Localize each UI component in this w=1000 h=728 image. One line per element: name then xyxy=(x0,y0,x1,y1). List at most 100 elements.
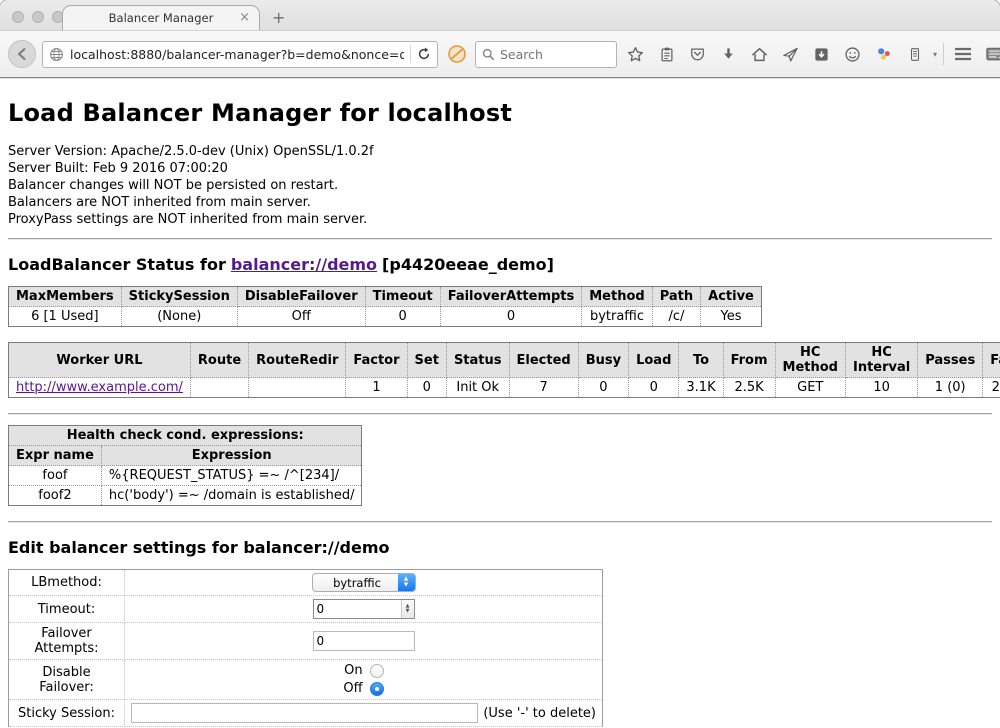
cell-timeout: 0 xyxy=(365,307,440,327)
col-stickysession: StickySession xyxy=(121,287,237,307)
cell-expression: %{REQUEST_STATUS} =~ /^[234]/ xyxy=(101,466,362,486)
col-from: From xyxy=(723,343,775,378)
cell-status: Init Ok xyxy=(446,378,509,398)
downloads-button[interactable] xyxy=(716,40,741,68)
cell-stickysession: (None) xyxy=(121,307,237,327)
minimize-window-icon[interactable] xyxy=(32,11,44,23)
add-worker-label: Add New Worker: xyxy=(9,727,125,728)
disable-failover-label: Disable Failover: xyxy=(9,660,125,700)
bookmark-star-button[interactable] xyxy=(623,40,648,68)
block-button[interactable] xyxy=(444,40,469,68)
cell-expr-name: foof xyxy=(9,466,102,486)
col-path: Path xyxy=(652,287,700,307)
col-set: Set xyxy=(407,343,446,378)
notice-proxypass: ProxyPass settings are NOT inherited fro… xyxy=(8,211,992,228)
failover-attempts-input[interactable] xyxy=(313,631,415,651)
grid-icon xyxy=(985,46,1000,63)
browser-tab[interactable]: Balancer Manager × xyxy=(62,5,260,30)
col-expr-name: Expr name xyxy=(9,446,102,466)
tab-close-icon[interactable]: × xyxy=(239,10,250,25)
menu-button[interactable] xyxy=(950,40,975,68)
cell-route xyxy=(190,378,248,398)
reload-icon xyxy=(417,47,431,61)
col-to: To xyxy=(679,343,723,378)
status-heading: LoadBalancer Status for balancer://demo … xyxy=(8,255,992,274)
lbmethod-select[interactable]: bytraffic ▲▼ xyxy=(312,573,416,592)
tab-title: Balancer Manager xyxy=(109,11,214,25)
edit-settings-heading: Edit balancer settings for balancer://de… xyxy=(8,538,992,557)
col-maxmembers: MaxMembers xyxy=(9,287,122,307)
cell-factor: 1 xyxy=(346,378,407,398)
failover-on-radio[interactable] xyxy=(370,664,384,678)
star-icon xyxy=(627,46,644,63)
search-icon xyxy=(482,48,495,61)
server-built: Server Built: Feb 9 2016 07:00:20 xyxy=(8,160,992,177)
cell-set: 0 xyxy=(407,378,446,398)
notice-balancers: Balancers are NOT inherited from main se… xyxy=(8,194,992,211)
back-button[interactable] xyxy=(8,40,36,68)
container-addon-button[interactable] xyxy=(902,40,927,68)
table-header-row: Expr name Expression xyxy=(9,446,362,466)
radio-off-label: Off xyxy=(343,681,362,696)
feedback-button[interactable] xyxy=(840,40,865,68)
url-text[interactable]: localhost:8880/balancer-manager?b=demo&n… xyxy=(70,47,404,62)
timeout-input[interactable] xyxy=(314,600,401,618)
pocket-button[interactable] xyxy=(685,40,710,68)
cell-path: /c/ xyxy=(652,307,700,327)
balancer-link[interactable]: balancer://demo xyxy=(231,255,377,274)
worker-url-link[interactable]: http://www.example.com/ xyxy=(16,380,183,395)
timeout-field[interactable]: ▲▼ xyxy=(313,599,415,619)
paper-plane-icon xyxy=(782,46,799,63)
health-check-table: Health check cond. expressions: Expr nam… xyxy=(8,425,362,506)
sticky-session-hint: (Use '-' to delete) xyxy=(483,706,596,721)
divider xyxy=(8,521,992,523)
col-hc-method: HC Method xyxy=(775,343,845,378)
search-bar[interactable] xyxy=(475,41,617,68)
hamburger-icon xyxy=(954,47,972,61)
failover-off-radio[interactable] xyxy=(370,682,384,696)
col-timeout: Timeout xyxy=(365,287,440,307)
cell-to: 3.1K xyxy=(679,378,723,398)
divider xyxy=(8,238,992,240)
bookmarks-menu-button[interactable] xyxy=(654,40,679,68)
search-input[interactable] xyxy=(500,47,600,62)
form-row-lbmethod: LBmethod: bytraffic ▲▼ xyxy=(9,570,603,596)
sticky-session-input[interactable] xyxy=(131,703,478,723)
cell-method: bytraffic xyxy=(582,307,652,327)
col-fails: Fails xyxy=(983,343,1000,378)
form-row-failover-attempts: Failover Attempts: xyxy=(9,623,603,660)
col-active: Active xyxy=(701,287,762,307)
new-tab-button[interactable]: + xyxy=(272,10,285,26)
browser-window: Balancer Manager × + localhost:8880/bala… xyxy=(0,0,1000,728)
colors-addon-button[interactable] xyxy=(871,40,896,68)
number-spinner-icon[interactable]: ▲▼ xyxy=(401,600,414,618)
chevron-down-icon[interactable]: ▾ xyxy=(933,50,937,59)
addon-panel-button[interactable] xyxy=(809,40,834,68)
server-version: Server Version: Apache/2.5.0-dev (Unix) … xyxy=(8,143,992,160)
toolbar-divider xyxy=(943,43,944,65)
cell-fails: 2 (0) xyxy=(983,378,1000,398)
pocket-icon xyxy=(689,46,706,62)
send-tab-button[interactable] xyxy=(778,40,803,68)
clipboard-icon xyxy=(659,46,675,63)
navigation-toolbar: localhost:8880/balancer-manager?b=demo&n… xyxy=(0,30,1000,78)
cell-failoverattempts: 0 xyxy=(440,307,582,327)
url-bar[interactable]: localhost:8880/balancer-manager?b=demo&n… xyxy=(42,41,438,68)
worker-table: Worker URL Route RouteRedir Factor Set S… xyxy=(8,342,1000,398)
form-row-add-worker: Add New Worker: Are you sure? xyxy=(9,727,603,728)
col-failoverattempts: FailoverAttempts xyxy=(440,287,582,307)
cell-active: Yes xyxy=(701,307,762,327)
reload-button[interactable] xyxy=(410,45,431,63)
window-controls xyxy=(12,11,64,23)
page-content: Load Balancer Manager for localhost Serv… xyxy=(0,78,1000,727)
close-window-icon[interactable] xyxy=(12,11,24,23)
edit-balancer-form: LBmethod: bytraffic ▲▼ Timeout: xyxy=(8,569,603,727)
tab-bar: Balancer Manager × + xyxy=(0,0,1000,30)
form-row-timeout: Timeout: ▲▼ xyxy=(9,596,603,623)
table-row: foof2 hc('body') =~ /domain is establish… xyxy=(9,486,362,506)
globe-icon xyxy=(49,47,64,62)
blocked-icon xyxy=(447,44,467,64)
home-button[interactable] xyxy=(747,40,772,68)
tiles-button[interactable] xyxy=(981,40,1000,68)
radio-on-label: On xyxy=(343,663,362,678)
